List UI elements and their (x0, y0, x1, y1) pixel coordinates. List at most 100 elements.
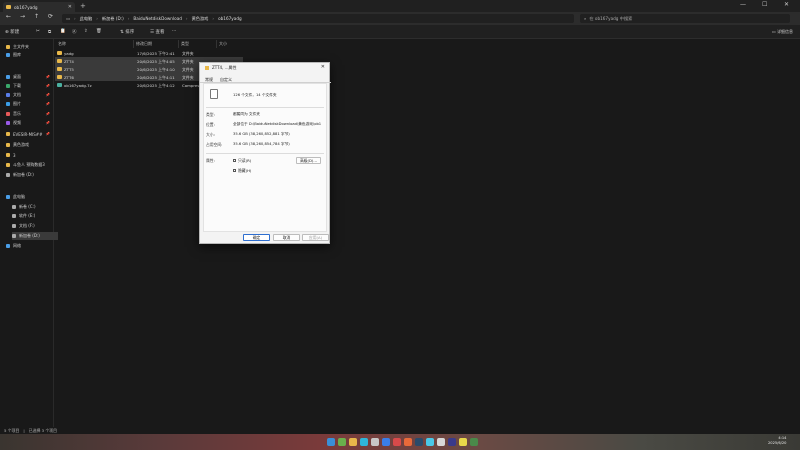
sidebar-icon (6, 75, 10, 79)
sidebar-item[interactable]: 新卷 (C:) (12, 203, 58, 211)
breadcrumb-item[interactable]: 此电脑 (80, 16, 93, 22)
breadcrumb-item[interactable]: ob167yadg (218, 16, 242, 21)
search-icon[interactable] (327, 438, 335, 446)
sidebar-item[interactable]: 3 (6, 151, 52, 159)
up-button[interactable]: ↑ (34, 13, 39, 20)
breadcrumb-item[interactable]: 新加卷 (D:) (102, 16, 124, 22)
app-icon-4[interactable] (426, 438, 434, 446)
sidebar-item[interactable]: 黄色游戏 (6, 141, 52, 149)
ok-button[interactable]: 确定 (243, 234, 270, 241)
new-tab-button[interactable]: + (80, 2, 86, 10)
sidebar-item[interactable]: 文档 (F:) (12, 222, 58, 230)
column-size[interactable]: 大小 (219, 41, 227, 47)
new-button[interactable]: ⊕ 新建 (5, 29, 19, 35)
sidebar-item[interactable]: 下载 📌 (6, 82, 52, 90)
divider (206, 107, 324, 108)
sidebar-item[interactable]: 软件 (E:) (12, 212, 58, 220)
app-icon-8[interactable] (470, 438, 478, 446)
sidebar-item-label: 新卷 (C:) (19, 204, 36, 209)
readonly-checkbox[interactable] (233, 159, 236, 162)
sidebar-item[interactable]: 文档 📌 (6, 91, 52, 99)
sidebar-item[interactable]: 图库 (6, 51, 52, 59)
sort-label: 排序 (125, 30, 135, 35)
file-name: ZTT6 (64, 75, 74, 80)
file-row[interactable]: yadg 17/6/2025 下午2:41 文件夹 (55, 49, 243, 57)
column-divider[interactable] (178, 40, 179, 48)
explorer-icon[interactable] (349, 438, 357, 446)
sidebar-item[interactable]: 音乐 📌 (6, 110, 52, 118)
paste-icon[interactable]: 📋 (60, 29, 66, 34)
copy-icon[interactable]: ⧉ (48, 29, 51, 35)
minimize-button[interactable]: — (740, 1, 746, 8)
store-icon[interactable] (382, 438, 390, 446)
type-value: 都属同为 文件夹 (233, 112, 260, 116)
column-type[interactable]: 类型 (181, 41, 189, 47)
divider (206, 153, 324, 154)
column-name[interactable]: 名称 (58, 41, 66, 47)
sidebar-icon (6, 153, 10, 157)
sidebar-item-label: 软件 (E:) (19, 213, 36, 218)
sidebar-item[interactable]: 主文件夹 (6, 43, 52, 51)
sidebar-item[interactable]: 图片 📌 (6, 100, 52, 108)
sidebar-item-label: 桌面 (13, 74, 21, 79)
breadcrumb[interactable]: ▭ › 此电脑 › 新加卷 (D:) › BaiduNetdiskDownloa… (62, 14, 574, 23)
column-divider[interactable] (133, 40, 134, 48)
steam-icon[interactable] (415, 438, 423, 446)
sidebar-item[interactable]: 此电脑 (6, 193, 52, 201)
cut-icon[interactable]: ✂ (36, 29, 40, 34)
pin-icon: 📌 (45, 112, 50, 116)
sidebar-item[interactable]: 新加卷 (D:) (6, 171, 52, 179)
sidebar-item[interactable]: 斗鱼人 预购数据3 (6, 161, 52, 169)
hidden-label[interactable]: 隐藏(H) (238, 168, 251, 174)
sidebar-item[interactable]: 视频 📌 (6, 119, 52, 127)
sidebar-item[interactable]: EVESIR-MIS## 📌 (6, 130, 52, 138)
dialog-close-icon[interactable]: ✕ (321, 64, 325, 70)
cancel-button[interactable]: 取消 (273, 234, 300, 241)
sidebar-icon (6, 102, 10, 106)
sidebar-item-label: 文档 (13, 92, 21, 97)
sidebar-icon (6, 195, 10, 199)
app-icon-3[interactable] (404, 438, 412, 446)
widgets-icon[interactable] (338, 438, 346, 446)
app-icon-5[interactable] (437, 438, 445, 446)
sidebar-item[interactable]: 新加卷 (D:) (12, 232, 58, 240)
delete-icon[interactable]: 🗑 (96, 29, 102, 34)
sort-button[interactable]: ⇅ 排序 (120, 29, 134, 35)
more-button[interactable]: ··· (172, 29, 176, 34)
pin-icon: 📌 (45, 93, 50, 97)
close-button[interactable]: ✕ (784, 1, 789, 8)
view-button[interactable]: ☰ 查看 (150, 29, 164, 35)
app-icon-1[interactable] (371, 438, 379, 446)
column-date[interactable]: 修改日期 (136, 41, 152, 47)
pin-icon: 📌 (45, 132, 50, 136)
refresh-button[interactable]: ⟳ (48, 13, 53, 20)
app-icon-6[interactable] (448, 438, 456, 446)
sidebar-item[interactable]: 桌面 📌 (6, 73, 52, 81)
sidebar-item[interactable]: 网络 (6, 242, 52, 250)
system-clock[interactable]: 4:14 2025/6/20 (768, 436, 786, 446)
app-icon-7[interactable] (459, 438, 467, 446)
properties-dialog: ZTT4, ...属性 ✕ 常规 自定义 126 个文件，14 个文件夹 类型:… (199, 62, 331, 244)
readonly-label[interactable]: 只读(R) (238, 158, 251, 164)
back-button[interactable]: ← (6, 13, 11, 20)
rename-icon[interactable]: Ⓐ (72, 29, 77, 35)
share-icon[interactable]: ⇪ (84, 29, 88, 34)
details-button[interactable]: ▭ 详细信息 (772, 29, 793, 35)
app-icon-2[interactable] (393, 438, 401, 446)
tab-close-icon[interactable]: ✕ (68, 4, 72, 10)
pin-icon: 📌 (45, 102, 50, 106)
tab-ob167yadg[interactable]: ob167yadg ✕ (3, 2, 75, 12)
breadcrumb-item[interactable]: 黄色游戏 (192, 16, 209, 22)
apply-button[interactable]: 应用(A) (302, 234, 329, 241)
sidebar-item-label: 新加卷 (D:) (13, 172, 34, 177)
chat-icon[interactable] (360, 438, 368, 446)
breadcrumb-item[interactable]: BaiduNetdiskDownload (133, 16, 182, 21)
location-value: 全部位于 D:\BaiduNetdiskDownload\黄色游戏\ob1 (233, 122, 322, 126)
maximize-button[interactable]: ☐ (762, 1, 767, 8)
column-divider[interactable] (216, 40, 217, 48)
advanced-button[interactable]: 高级(D)... (296, 157, 321, 164)
folder-icon (57, 75, 62, 79)
search-input[interactable]: ⌕ 在 ob167yadg 中搜索 (580, 14, 790, 23)
forward-button[interactable]: → (20, 13, 25, 20)
hidden-checkbox[interactable] (233, 169, 236, 172)
